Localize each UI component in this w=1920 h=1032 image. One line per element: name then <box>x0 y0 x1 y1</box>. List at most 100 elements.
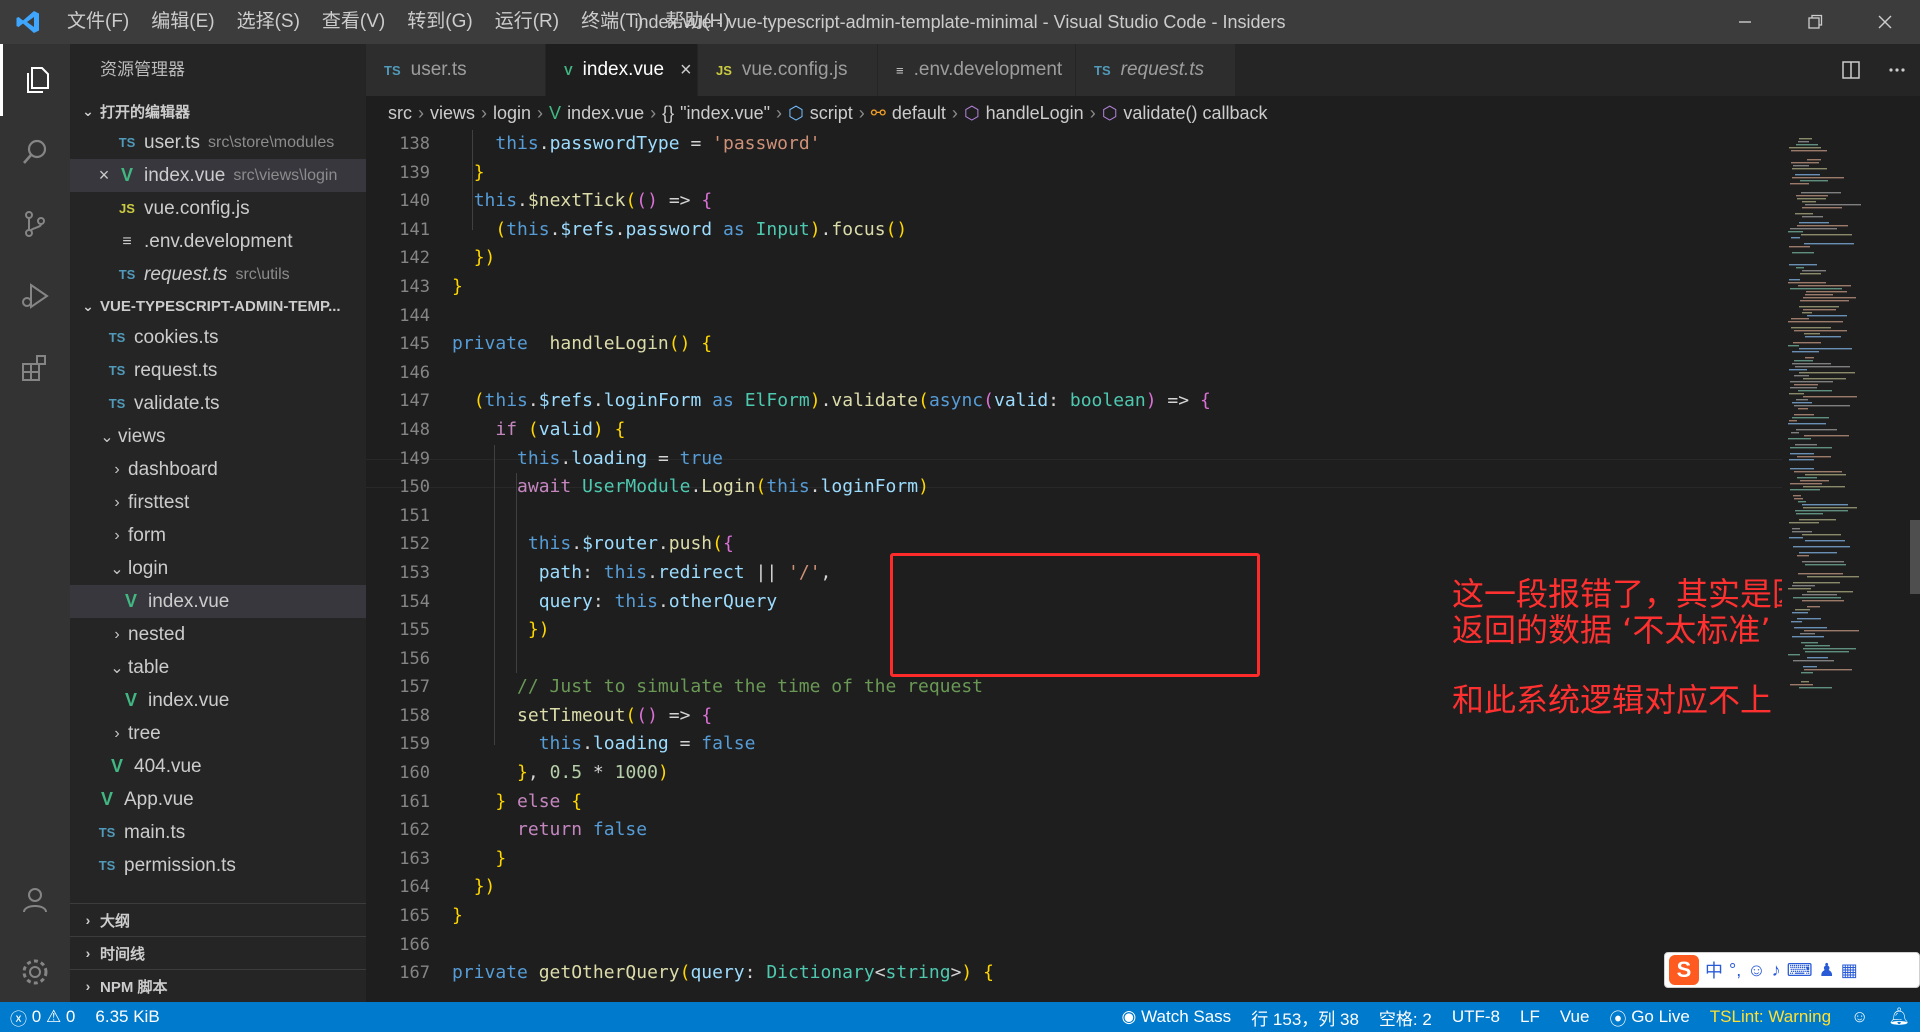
tree-item[interactable]: TS validate.ts <box>70 387 366 420</box>
encoding[interactable]: UTF-8 <box>1442 1007 1510 1027</box>
code-line[interactable]: this.loading = false <box>452 730 1211 759</box>
timeline-header[interactable]: › 时间线 <box>70 936 366 969</box>
search-icon[interactable] <box>0 116 70 188</box>
breadcrumb-item[interactable]: default <box>892 103 946 124</box>
tree-folder-nested[interactable]: › nested <box>70 618 366 651</box>
menu-help[interactable]: 帮助(H) <box>654 0 740 44</box>
watch-sass-button[interactable]: ◉ Watch Sass <box>1112 1007 1242 1027</box>
tab-index-vue[interactable]: V index.vue × <box>546 44 698 96</box>
code-line[interactable] <box>452 359 1211 388</box>
menu-file[interactable]: 文件(F) <box>56 0 140 44</box>
project-header[interactable]: ⌄ VUE-TYPESCRIPT-ADMIN-TEMP... <box>70 291 366 321</box>
open-editor-item[interactable]: JS vue.config.js <box>70 192 366 225</box>
menu-terminal[interactable]: 终端(T) <box>570 0 654 44</box>
code-line[interactable]: } <box>452 159 1211 188</box>
code-line[interactable]: this.loading = true <box>452 445 1211 474</box>
account-icon[interactable] <box>0 864 70 936</box>
microphone-icon[interactable]: ♪ <box>1772 960 1781 981</box>
breadcrumb-item[interactable]: index.vue <box>567 103 644 124</box>
emoji-icon[interactable]: ☺ <box>1747 960 1765 981</box>
menu-view[interactable]: 查看(V) <box>311 0 396 44</box>
tree-folder-form[interactable]: › form <box>70 519 366 552</box>
code-line[interactable] <box>452 302 1211 331</box>
feedback-icon[interactable]: ☺ <box>1841 1007 1878 1027</box>
tree-item[interactable]: V 404.vue <box>70 750 366 783</box>
code-line[interactable]: } else { <box>452 788 1211 817</box>
open-editors-header[interactable]: ⌄ 打开的编辑器 <box>70 96 366 126</box>
code-line[interactable]: await UserModule.Login(this.loginForm) <box>452 473 1211 502</box>
tree-folder-firsttest[interactable]: › firsttest <box>70 486 366 519</box>
punctuation-icon[interactable]: °, <box>1729 960 1741 981</box>
tree-item[interactable]: V index.vue <box>70 684 366 717</box>
tree-item[interactable]: TS main.ts <box>70 816 366 849</box>
tree-folder-views[interactable]: ⌄ views <box>70 420 366 453</box>
code-line[interactable]: private handleLogin() { <box>452 330 1211 359</box>
keyboard-icon[interactable]: ⌨ <box>1787 960 1813 981</box>
code-line[interactable]: this.passwordType = 'password' <box>452 130 1211 159</box>
npm-scripts-header[interactable]: › NPM 脚本 <box>70 969 366 1002</box>
settings-gear-icon[interactable] <box>0 936 70 1008</box>
breadcrumb-item[interactable]: script <box>810 103 853 124</box>
code-line[interactable]: this.$nextTick(() => { <box>452 187 1211 216</box>
problems-indicator[interactable]: ⓧ 0 ⚠ 0 <box>0 1005 85 1030</box>
code-line[interactable] <box>452 931 1211 960</box>
code-line[interactable]: }) <box>452 873 1211 902</box>
tree-folder-tree[interactable]: › tree <box>70 717 366 750</box>
toolbox-icon[interactable]: ▦ <box>1841 960 1858 981</box>
code-line[interactable]: if (valid) { <box>452 416 1211 445</box>
explorer-icon[interactable] <box>0 44 70 116</box>
code-line[interactable]: return false <box>452 816 1211 845</box>
line-ending[interactable]: LF <box>1510 1007 1550 1027</box>
breadcrumb-item[interactable]: handleLogin <box>986 103 1084 124</box>
skin-icon[interactable]: ♟ <box>1819 960 1835 981</box>
breadcrumb-item[interactable]: login <box>493 103 531 124</box>
close-tab-icon[interactable]: × <box>680 59 692 82</box>
indentation[interactable]: 空格: 2 <box>1369 1005 1442 1030</box>
close-icon[interactable] <box>1850 0 1920 44</box>
tab-user-ts[interactable]: TS user.ts <box>366 44 546 96</box>
language-mode[interactable]: Vue <box>1550 1007 1600 1027</box>
go-live-button[interactable]: ⦿ Go Live <box>1599 1005 1699 1030</box>
scrollbar-thumb[interactable] <box>1910 520 1920 594</box>
minimap[interactable] <box>1782 130 1910 1002</box>
restore-icon[interactable] <box>1780 0 1850 44</box>
code-line[interactable]: } <box>452 902 1211 931</box>
tab-vue-config-js[interactable]: JS vue.config.js <box>698 44 878 96</box>
code-line[interactable]: }) <box>452 244 1211 273</box>
tree-item[interactable]: TS cookies.ts <box>70 321 366 354</box>
run-debug-icon[interactable] <box>0 260 70 332</box>
notifications-bell-icon[interactable]: 🔔︎ <box>1878 1007 1920 1027</box>
code-editor[interactable]: 138 139 140 141 142 143 144 145 146 147 148 149 150 1… <box>366 130 1782 1002</box>
code-line[interactable]: (this.$refs.loginForm as ElForm).validat… <box>452 387 1211 416</box>
code-line[interactable]: } <box>452 845 1211 874</box>
open-editor-item[interactable]: TS user.ts src\store\modules <box>70 126 366 159</box>
tree-item[interactable]: V App.vue <box>70 783 366 816</box>
code-line[interactable]: }, 0.5 * 1000) <box>452 759 1211 788</box>
code-line[interactable]: } <box>452 273 1211 302</box>
tab-env-development[interactable]: ≡ .env.development <box>878 44 1076 96</box>
extensions-icon[interactable] <box>0 332 70 404</box>
sogou-logo-icon[interactable]: S <box>1669 955 1699 985</box>
tree-item-selected[interactable]: V index.vue <box>70 585 366 618</box>
open-editor-item[interactable]: TS request.ts src\utils <box>70 258 366 291</box>
vertical-scrollbar[interactable] <box>1910 130 1920 1002</box>
menu-run[interactable]: 运行(R) <box>484 0 570 44</box>
tree-item[interactable]: TS permission.ts <box>70 849 366 882</box>
tree-folder-table[interactable]: ⌄ table <box>70 651 366 684</box>
menu-go[interactable]: 转到(G) <box>396 0 483 44</box>
menu-selection[interactable]: 选择(S) <box>226 0 311 44</box>
breadcrumb-item[interactable]: validate() callback <box>1123 103 1267 124</box>
close-editor-icon[interactable]: × <box>92 165 116 186</box>
open-editor-item[interactable]: ≡ .env.development <box>70 225 366 258</box>
cursor-position[interactable]: 行 153，列 38 <box>1241 1005 1369 1030</box>
code-line[interactable]: setTimeout(() => { <box>452 702 1211 731</box>
ime-mode[interactable]: 中 <box>1705 957 1723 983</box>
tree-item[interactable]: TS request.ts <box>70 354 366 387</box>
file-size[interactable]: 6.35 KiB <box>85 1007 169 1027</box>
tree-folder-login[interactable]: ⌄ login <box>70 552 366 585</box>
minimize-icon[interactable] <box>1710 0 1780 44</box>
breadcrumb-item[interactable]: src <box>388 103 412 124</box>
source-control-icon[interactable] <box>0 188 70 260</box>
open-editor-item-active[interactable]: × V index.vue src\views\login <box>70 159 366 192</box>
code-line[interactable]: private getOtherQuery(query: Dictionary<… <box>452 959 1211 988</box>
